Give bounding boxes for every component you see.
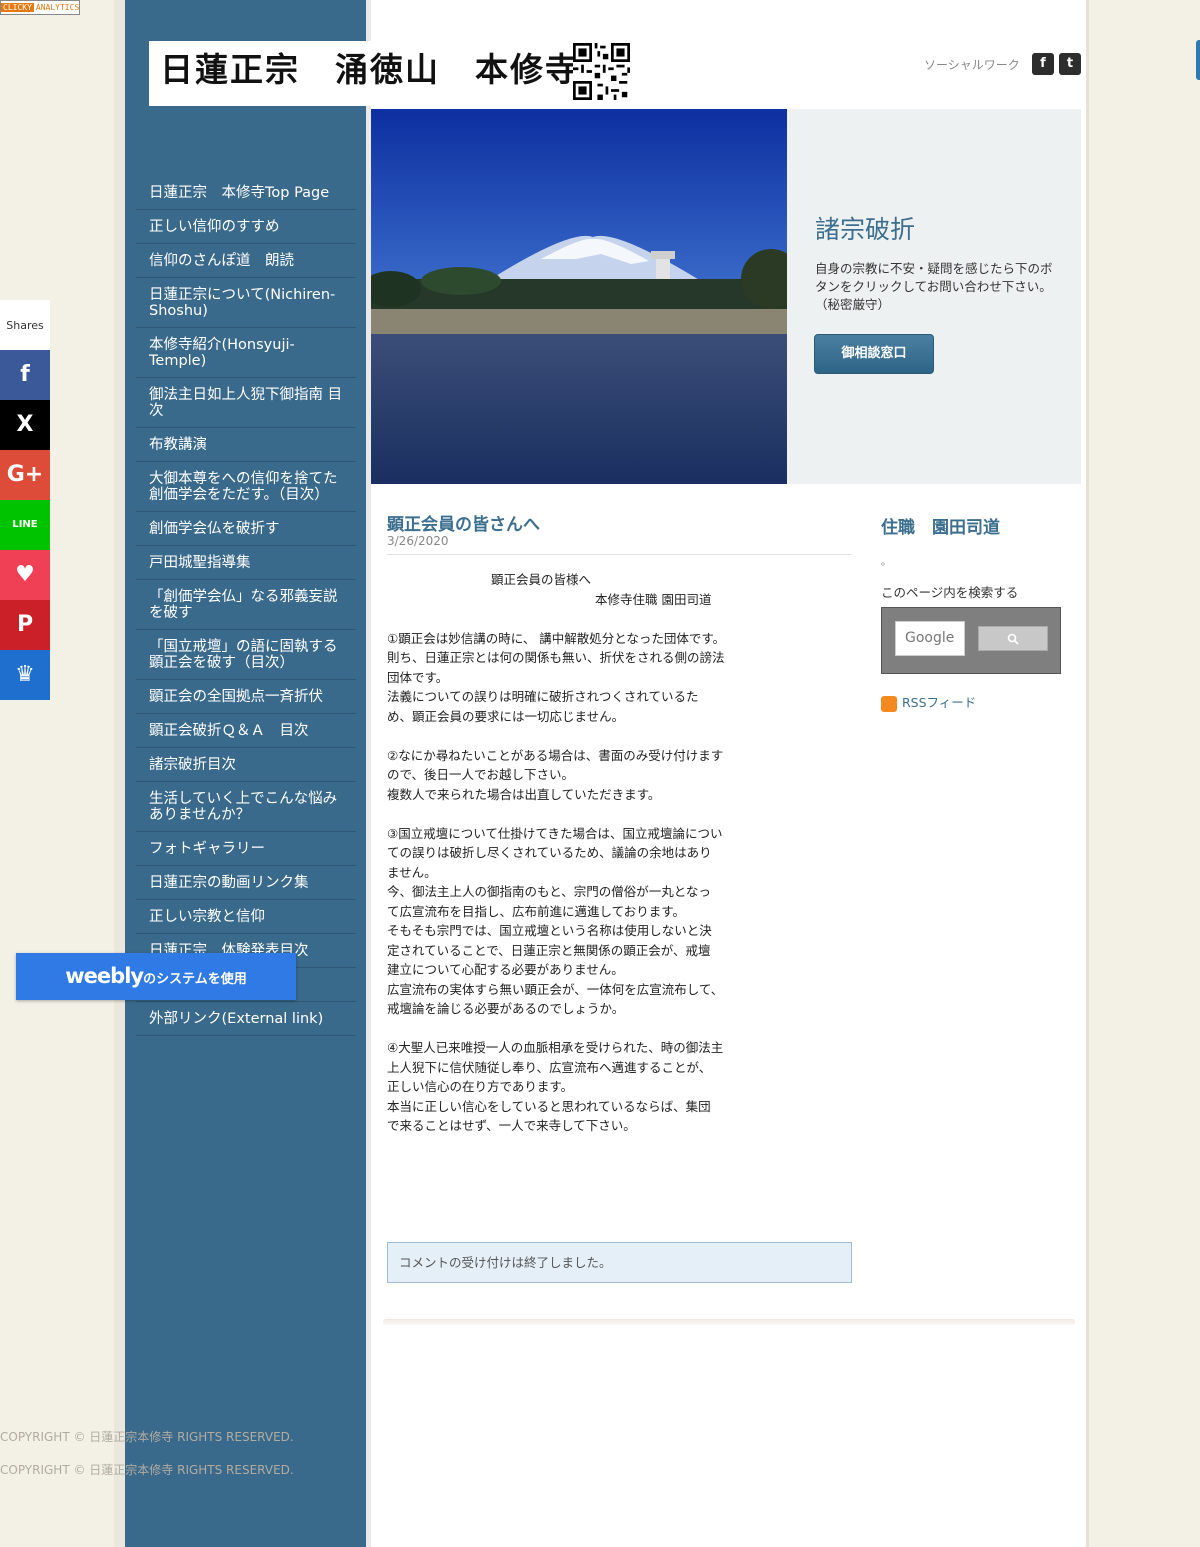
post-divider: [387, 554, 851, 555]
qr-code-icon: [573, 43, 630, 100]
nav-item[interactable]: 生活していく上でこんな悩みありませんか？: [136, 782, 356, 832]
facebook-share-icon[interactable]: f: [0, 350, 50, 400]
shares-label: Shares: [0, 300, 50, 350]
post-line: 定されていることで、日蓮正宗と無関係の顕正会が、戒壇: [387, 942, 711, 958]
nav-item[interactable]: 創価学会仏を破折す: [136, 512, 356, 546]
hero-image-mount-fuji: [371, 109, 787, 484]
post-line: ので、後日一人でお越し下さい。: [387, 767, 575, 782]
search-label: このページ内を検索する: [881, 585, 1019, 600]
nav-item[interactable]: 本修寺紹介(Honsyuji-Temple): [136, 328, 356, 378]
nav-item[interactable]: 日蓮正宗 本修寺Top Page: [136, 176, 356, 210]
facebook-icon[interactable]: f: [1032, 53, 1054, 75]
nav-item[interactable]: 戸田城聖指導集: [136, 546, 356, 580]
search-input[interactable]: Google: [895, 621, 965, 656]
twitter-icon[interactable]: t: [1059, 53, 1081, 75]
post-line: 団体です。: [387, 669, 449, 685]
post-line: 則ち、日蓮正宗とは何の関係も無い、折伏をされる側の謗法: [387, 650, 725, 665]
page-shadow: [114, 0, 125, 1547]
sidebar-dot: 。: [881, 557, 891, 568]
post-line: そもそも宗門では、国立戒壇という名称は使用しないと決: [387, 923, 712, 938]
content-footer-divider: [383, 1319, 1075, 1325]
post-line: 本当に正しい信心をしていると思われているならば、集団: [387, 1098, 711, 1114]
nav-item[interactable]: 御法主日如上人猊下御指南 目次: [136, 378, 356, 428]
post-date: 3/26/2020: [387, 534, 449, 548]
post-line: 建立について心配する必要がありません。: [387, 962, 624, 977]
main-nav: 日蓮正宗 本修寺Top Page 正しい信仰のすすめ 信仰のさんぽ道 朗読 日蓮正宗に…: [136, 176, 356, 1036]
nav-item[interactable]: 顕正会破折Ｑ＆Ａ 目次: [136, 714, 356, 748]
consultation-button[interactable]: 御相談窓口: [814, 334, 934, 374]
pocket-share-icon[interactable]: ♥: [0, 550, 50, 600]
post-line: め、顕正会員の要求には一切応じません。: [387, 708, 625, 724]
post-line: ④大聖人已来唯授一人の血脈相承を受けられた、時の御法主: [387, 1040, 724, 1055]
copyright-text: COPYRIGHT © 日蓮正宗本修寺 RIGHTS RESERVED.: [0, 1430, 294, 1444]
post-line: 広宣流布の実体すら無い顕正会が、一体何を広宣流布して、: [387, 981, 724, 997]
post-paragraph: ④大聖人已来唯授一人の血脈相承を受けられた、時の御法主 上人猊下に信伏随従し奉り、…: [387, 1038, 747, 1136]
line-share-icon[interactable]: LINE: [0, 500, 50, 550]
nav-item[interactable]: 大御本尊をへの信仰を捨てた創価学会をただす。（目次）: [136, 462, 356, 512]
rss-label: RSSフィード: [902, 695, 977, 710]
post-line: ②なにか尋ねたいことがある場合は、書面のみ受け付けます: [387, 747, 724, 763]
post-line: ③国立戒壇について仕掛けてきた場合は、国立戒壇論につい: [387, 825, 723, 841]
nav-item[interactable]: 「国立戒壇」の語に固執する顕正会を破す（目次）: [136, 630, 356, 680]
nav-item[interactable]: 正しい宗教と信仰: [136, 900, 356, 934]
clicky-analytics-badge[interactable]: CLICKY ANALYTICS: [0, 0, 80, 15]
rss-link[interactable]: RSSフィード: [881, 692, 976, 712]
analytics-label: ANALYTICS: [35, 3, 80, 12]
post-line: 上人猊下に信伏随従し奉り、広宣流布へ邁進することが、: [387, 1059, 712, 1075]
comments-closed-notice: コメントの受け付けは終了しました。: [387, 1242, 852, 1283]
post-line: ①顕正会は妙信講の時に、 講中解散処分となった団体です。: [387, 630, 726, 646]
post-line: ての誤りは破折し尽くされているため、議論の余地はあり: [387, 845, 712, 860]
post-paragraph: ①顕正会は妙信講の時に、 講中解散処分となった団体です。 則ち、日蓮正宗とは何の関…: [387, 629, 747, 727]
nav-item[interactable]: フォトギャラリー: [136, 832, 356, 866]
nav-item[interactable]: 顕正会の全国拠点一斉折伏: [136, 680, 356, 714]
post-paragraph: ③国立戒壇について仕掛けてきた場合は、国立戒壇論につい ての誤りは破折し尽くされて…: [387, 824, 747, 1019]
post-line: 戒壇論を論じる必要があるのでしょうか。: [387, 1001, 625, 1016]
nav-item[interactable]: 正しい信仰のすすめ: [136, 210, 356, 244]
social-label: ソーシャルワーク: [924, 58, 1020, 72]
hero-title: 諸宗破折: [815, 215, 916, 244]
nav-item[interactable]: 諸宗破折目次: [136, 748, 356, 782]
post-line: 複数人で来られた場合は出直していただきます。: [387, 786, 661, 802]
post-line: で来ることはせず、一人で来寺して下さい。: [387, 1118, 636, 1133]
google-search-widget: Google: [881, 607, 1061, 674]
rss-icon: [881, 695, 897, 712]
post-title[interactable]: 顕正会員の皆さんへ: [387, 510, 540, 535]
nav-item[interactable]: 外部リンク(External link): [136, 1002, 356, 1036]
hero-description: 自身の宗教に不安・疑問を感じたら下のボタンをクリックしてお問い合わせ下さい。（秘…: [815, 261, 1053, 312]
site-title[interactable]: 日蓮正宗 涌徳山 本修寺: [160, 46, 580, 96]
search-button[interactable]: [978, 626, 1048, 651]
nav-item[interactable]: 「創価学会仏」なる邪義妄説を破す: [136, 580, 356, 630]
post-paragraph: ②なにか尋ねたいことがある場合は、書面のみ受け付けます ので、後日一人でお越し下さ…: [387, 746, 747, 805]
x-share-icon[interactable]: X: [0, 400, 50, 450]
weebly-text: のシステムを使用: [143, 972, 247, 987]
post-greeting: 顕正会員の皆様へ: [491, 572, 592, 587]
nav-item[interactable]: 日蓮正宗について(Nichiren-Shoshu): [136, 278, 356, 328]
copyright-text-duplicate: COPYRIGHT © 日蓮正宗本修寺 RIGHTS RESERVED.: [0, 1463, 294, 1477]
sumo-share-icon[interactable]: ♛: [0, 650, 50, 700]
sidebar-title: 住職 園田司道: [881, 518, 1000, 538]
post-line: 法義についての誤りは明確に破折されつくされているた: [387, 689, 699, 704]
post-line: て広宣流布を目指し、広布前進に邁進しております。: [387, 903, 686, 919]
search-icon: [1007, 633, 1019, 645]
nav-item[interactable]: 日蓮正宗の動画リンク集: [136, 866, 356, 900]
clicky-label: CLICKY: [1, 3, 34, 12]
weebly-logo: weebly: [65, 964, 144, 988]
nav-item[interactable]: 布教講演: [136, 428, 356, 462]
post-line: 今、御法主上人の御指南のもと、宗門の僧俗が一丸となっ: [387, 884, 711, 899]
page-shadow-right: [1086, 0, 1089, 1547]
post-line: 正しい信心の在り方であります。: [387, 1079, 574, 1094]
edge-tab[interactable]: [1196, 40, 1200, 80]
post-line: ません。: [387, 864, 437, 880]
post-signature: 本修寺住職 園田司道: [595, 591, 712, 607]
weebly-badge[interactable]: weeblyのシステムを使用: [16, 953, 296, 1000]
share-bar: Shares f X G+ LINE ♥ P ♛: [0, 300, 50, 700]
pinterest-share-icon[interactable]: P: [0, 600, 50, 650]
google-plus-share-icon[interactable]: G+: [0, 450, 50, 500]
post-body: 顕正会員の皆様へ 本修寺住職 園田司道 ①顕正会は妙信講の時に、 講中解散処分と…: [387, 570, 747, 1155]
nav-item[interactable]: 信仰のさんぽ道 朗読: [136, 244, 356, 278]
